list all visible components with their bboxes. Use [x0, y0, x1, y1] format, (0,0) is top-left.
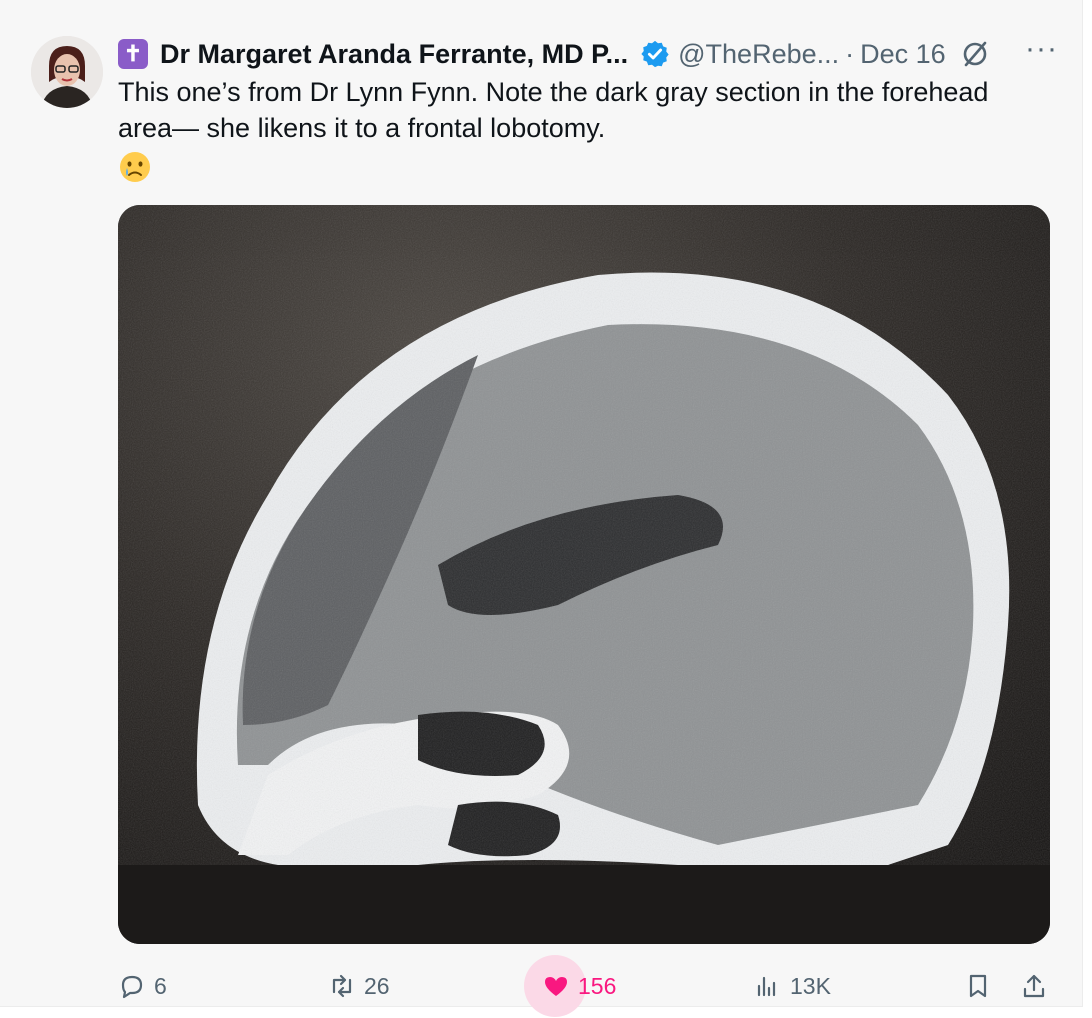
like-count: 156	[578, 972, 617, 999]
cross-badge-icon: ✝	[118, 39, 148, 69]
grok-icon[interactable]	[960, 39, 990, 69]
action-bar: 6 26 156 13K	[118, 955, 1058, 1017]
share-icon	[1023, 974, 1045, 998]
tweet-media-image[interactable]	[118, 205, 1050, 944]
repost-icon	[332, 974, 352, 998]
separator-dot: ·	[845, 38, 855, 69]
views-button[interactable]: 13K	[754, 962, 831, 1010]
more-icon[interactable]: ···	[1025, 32, 1058, 66]
reply-count: 6	[154, 972, 167, 999]
handle[interactable]: @TheRebe...	[678, 39, 839, 70]
repost-count: 26	[364, 972, 390, 999]
tweet-text: This one’s from Dr Lynn Fynn. Note the d…	[118, 74, 1048, 184]
repost-button[interactable]: 26	[328, 962, 390, 1010]
verified-icon[interactable]	[640, 39, 670, 69]
tweet-header: ✝ Dr Margaret Aranda Ferrante, MD P... @…	[118, 32, 1058, 72]
like-icon	[545, 977, 567, 996]
crying-face-emoji-icon	[118, 150, 152, 184]
reply-icon	[121, 975, 143, 999]
share-button[interactable]	[1020, 962, 1056, 1010]
bookmark-button[interactable]	[964, 962, 1000, 1010]
tweet[interactable]: ✝ Dr Margaret Aranda Ferrante, MD P... @…	[0, 0, 1083, 1017]
tweet-text-line: This one’s from Dr Lynn Fynn. Note the d…	[118, 77, 989, 107]
bookmark-icon	[969, 974, 987, 998]
ct-scan-image	[118, 205, 1050, 944]
like-button[interactable]: 156	[524, 955, 617, 1017]
display-name[interactable]: Dr Margaret Aranda Ferrante, MD P...	[160, 39, 628, 70]
reply-button[interactable]: 6	[118, 962, 167, 1010]
views-icon	[757, 976, 776, 997]
tweet-text-line: area— she likens it to a frontal lobotom…	[118, 113, 606, 143]
avatar[interactable]	[31, 36, 103, 108]
views-count: 13K	[790, 972, 831, 999]
timestamp[interactable]: Dec 16	[860, 39, 946, 70]
